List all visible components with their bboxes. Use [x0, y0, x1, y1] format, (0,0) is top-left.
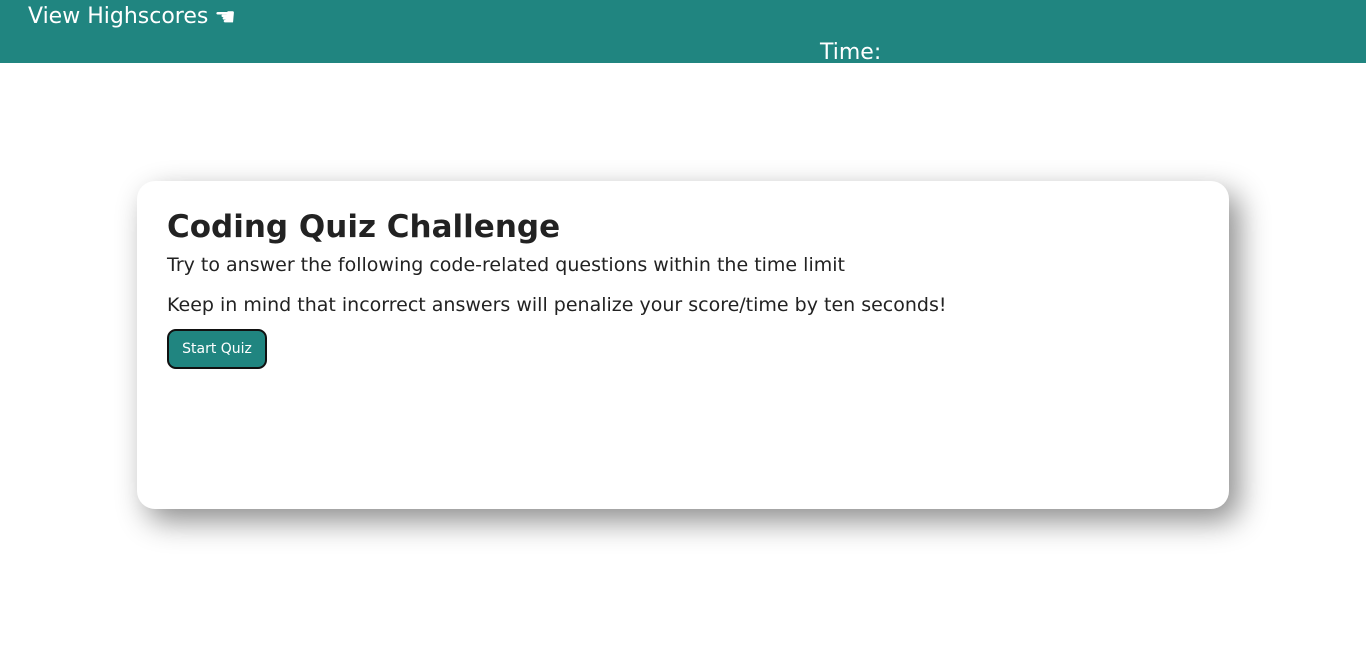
pointing-hand-icon: ☚	[214, 3, 236, 31]
top-header: View Highscores ☚ Time:	[0, 0, 1366, 65]
view-highscores-link[interactable]: View Highscores ☚	[28, 2, 236, 32]
quiz-card: Coding Quiz Challenge Try to answer the …	[137, 181, 1229, 509]
view-highscores-label: View Highscores	[28, 4, 209, 29]
quiz-warning: Keep in mind that incorrect answers will…	[167, 294, 947, 316]
quiz-instructions: Try to answer the following code-related…	[167, 254, 845, 276]
start-quiz-button[interactable]: Start Quiz	[167, 329, 267, 369]
quiz-title: Coding Quiz Challenge	[167, 209, 561, 245]
timer-label: Time:	[820, 40, 882, 65]
timer: Time:	[820, 38, 887, 68]
